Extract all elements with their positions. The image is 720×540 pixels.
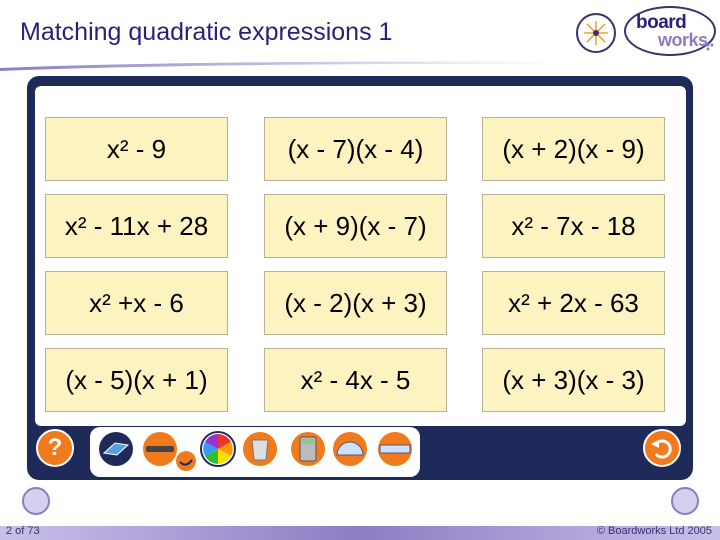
copyright-text: © Boardworks Ltd 2005 bbox=[596, 525, 712, 537]
expression-card[interactable]: (x + 3)(x - 3) bbox=[482, 348, 665, 412]
help-button[interactable]: ? bbox=[36, 429, 74, 467]
ruler-icon[interactable] bbox=[375, 431, 415, 467]
eraser-icon[interactable] bbox=[97, 431, 135, 467]
pen-colour-icon[interactable] bbox=[175, 450, 197, 472]
expression-card[interactable]: (x + 2)(x - 9) bbox=[482, 117, 665, 181]
expression-card[interactable]: x² - 11x + 28 bbox=[45, 194, 228, 258]
expression-card[interactable]: (x - 7)(x - 4) bbox=[264, 117, 447, 181]
undo-arrow-icon bbox=[651, 439, 672, 459]
colour-wheel-icon[interactable] bbox=[199, 431, 237, 467]
logo-text-works: works bbox=[658, 30, 708, 50]
expression-card[interactable]: (x - 5)(x + 1) bbox=[45, 348, 228, 412]
expression-card[interactable]: (x - 2)(x + 3) bbox=[264, 271, 447, 335]
expression-card[interactable]: x² +x - 6 bbox=[45, 271, 228, 335]
expression-card[interactable]: (x + 9)(x - 7) bbox=[264, 194, 447, 258]
protractor-icon[interactable] bbox=[331, 431, 369, 467]
page-title: Matching quadratic expressions 1 bbox=[20, 18, 393, 46]
expression-card[interactable]: x² - 4x - 5 bbox=[264, 348, 447, 412]
undo-button[interactable] bbox=[643, 429, 681, 467]
bin-icon[interactable] bbox=[241, 431, 279, 467]
expression-card[interactable]: x² - 7x - 18 bbox=[482, 194, 665, 258]
next-slide-button[interactable] bbox=[671, 487, 699, 515]
calculator-icon[interactable] bbox=[289, 431, 327, 467]
compass-logo-icon bbox=[576, 13, 616, 53]
pen-icon[interactable] bbox=[141, 431, 179, 467]
expression-card[interactable]: x² + 2x - 63 bbox=[482, 271, 665, 335]
previous-slide-button[interactable] bbox=[22, 487, 50, 515]
boardworks-logo: board works bbox=[624, 6, 716, 56]
slide-number: 2 of 73 bbox=[6, 525, 40, 537]
expression-card[interactable]: x² - 9 bbox=[45, 117, 228, 181]
title-underline bbox=[0, 61, 560, 71]
